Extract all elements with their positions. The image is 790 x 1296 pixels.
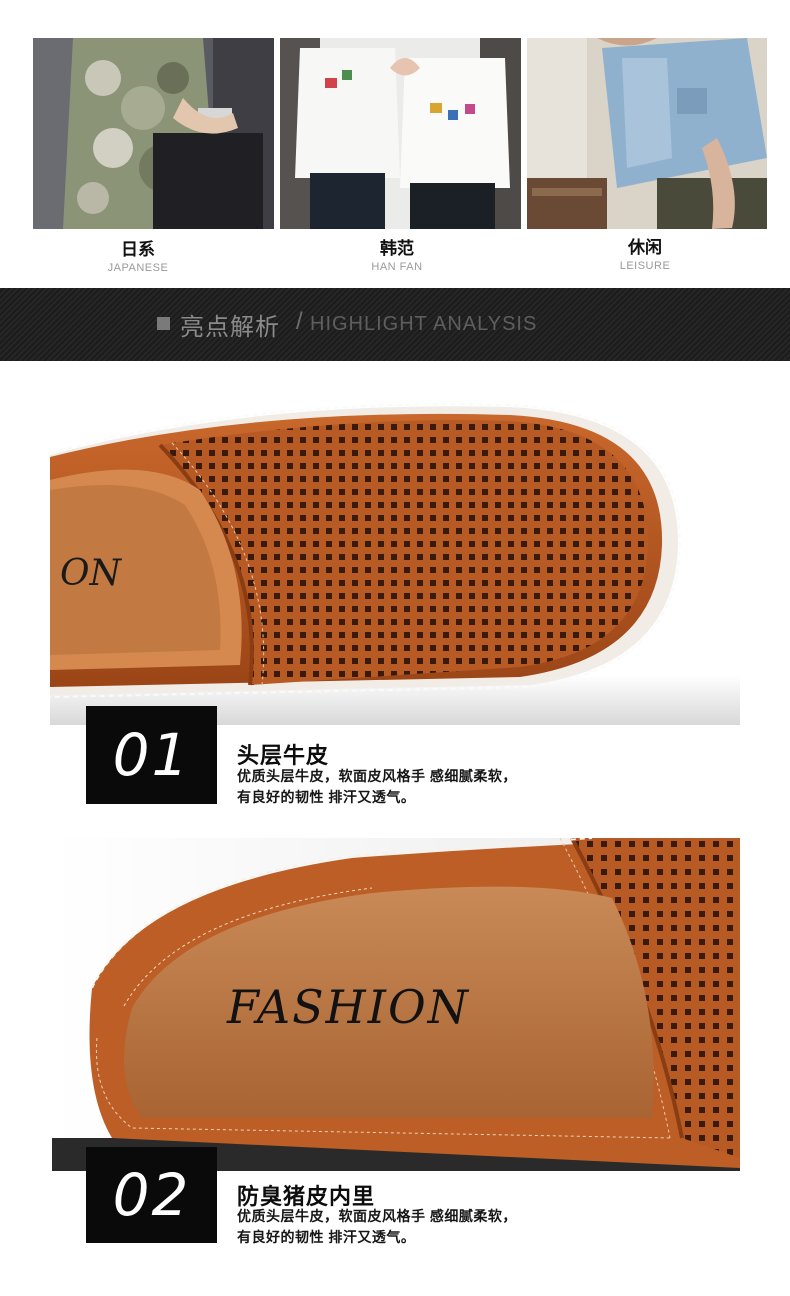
feature-number-02: 02 bbox=[112, 1161, 191, 1229]
shoe-image-toe: ON bbox=[50, 395, 740, 725]
banner-subtitle: HIGHLIGHT ANALYSIS bbox=[310, 313, 538, 335]
style-title-japanese: 日系 bbox=[121, 240, 155, 260]
style-photo-japanese bbox=[33, 38, 274, 229]
style-subtitle-leisure: LEISURE bbox=[619, 260, 671, 272]
svg-text:ON: ON bbox=[60, 553, 123, 594]
feature-desc-02-line2: 有良好的韧性 排汗又透气。 bbox=[237, 1229, 416, 1245]
style-subtitle-japanese: JAPANESE bbox=[107, 262, 169, 274]
feature-desc-01-line1: 优质头层牛皮，软面皮风格手 感细腻柔软， bbox=[237, 768, 517, 784]
feature-desc-01-line2: 有良好的韧性 排汗又透气。 bbox=[237, 789, 416, 805]
banner-separator: / bbox=[296, 308, 303, 335]
feature-number-box-01: 01 bbox=[86, 706, 217, 804]
highlight-banner: 亮点解析 / HIGHLIGHT ANALYSIS bbox=[0, 288, 790, 361]
feature-number-01: 01 bbox=[112, 721, 191, 789]
insole-logo-text: FASHION bbox=[226, 980, 470, 1034]
style-title-korean: 韩范 bbox=[380, 239, 414, 259]
banner-title: 亮点解析 bbox=[180, 313, 280, 341]
style-photo-korean bbox=[280, 38, 521, 229]
style-subtitle-korean: HAN FAN bbox=[371, 261, 423, 273]
style-photo-leisure bbox=[527, 38, 767, 229]
style-title-leisure: 休闲 bbox=[628, 238, 662, 258]
banner-square-icon bbox=[157, 317, 170, 330]
feature-number-box-02: 02 bbox=[86, 1147, 217, 1243]
feature-desc-02-line1: 优质头层牛皮，软面皮风格手 感细腻柔软， bbox=[237, 1208, 517, 1224]
shoe-image-lining: FASHION bbox=[52, 838, 740, 1171]
